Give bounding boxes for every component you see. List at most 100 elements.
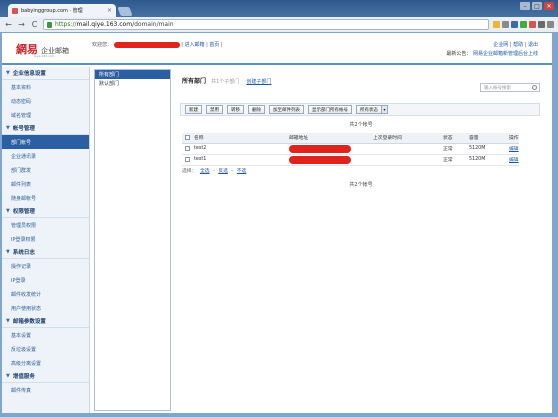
sidebar-item[interactable]: 基本设置 bbox=[2, 328, 89, 342]
sidebar-item[interactable]: 域名管理 bbox=[2, 108, 89, 122]
col-status[interactable]: 状态 bbox=[443, 133, 469, 144]
sidebar-section-title[interactable]: ▼ 企业信息设置 bbox=[2, 67, 89, 80]
sidebar-item[interactable]: 邮件传真 bbox=[2, 383, 89, 397]
back-button[interactable]: ← bbox=[4, 20, 13, 29]
sidebar-item[interactable]: IP登录权限 bbox=[2, 232, 89, 246]
row-checkbox[interactable] bbox=[185, 156, 190, 162]
search-icon[interactable] bbox=[532, 85, 537, 90]
extension-icon[interactable] bbox=[493, 21, 500, 28]
col-last-login[interactable]: 上次登录时间 bbox=[373, 133, 443, 144]
sidebar-item[interactable]: 高级分离设置 bbox=[2, 356, 89, 370]
search-input[interactable]: 输入帐号搜索 bbox=[480, 83, 540, 92]
sidebar-item[interactable]: 邮件列表 bbox=[2, 177, 89, 191]
extension-icon[interactable] bbox=[520, 21, 527, 28]
sidebar-item[interactable]: 操作记录 bbox=[2, 259, 89, 273]
show-all-accounts-button[interactable]: 显示部门所有帐号 bbox=[308, 105, 352, 114]
tab-close-icon[interactable]: × bbox=[107, 7, 112, 14]
maximize-button[interactable]: □ bbox=[532, 2, 542, 10]
extension-icon[interactable] bbox=[538, 21, 545, 28]
edit-link[interactable]: 编辑 bbox=[509, 158, 519, 163]
table-row: test1 正常 5120M 编辑 bbox=[182, 154, 519, 166]
extension-icon[interactable] bbox=[502, 21, 509, 28]
sidebar-section-title[interactable]: ▼ 权限管理 bbox=[2, 205, 89, 218]
welcome-label: 欢迎您： bbox=[92, 42, 113, 48]
sidebar: ▼ 企业信息设置 基本资料 动态密码 域名管理 ▼ 帐号管理 部门帐号 企业通讯录 部门群发 邮件列… bbox=[2, 67, 90, 413]
row-name: test2 bbox=[194, 143, 289, 155]
sidebar-item[interactable]: 随身邮帐号 bbox=[2, 191, 89, 205]
window-controls: – □ ✕ bbox=[520, 2, 554, 10]
row-checkbox[interactable] bbox=[185, 145, 190, 151]
extension-icon[interactable] bbox=[529, 21, 536, 28]
sidebar-item[interactable]: 反垃圾设置 bbox=[2, 342, 89, 356]
new-button[interactable]: 新建 bbox=[185, 105, 202, 114]
status-filter-select[interactable]: 所有状态 ▾ bbox=[356, 105, 388, 114]
select-none-link[interactable]: 不选 bbox=[237, 169, 247, 174]
extension-icon[interactable] bbox=[547, 21, 554, 28]
select-all-link[interactable]: 全选 bbox=[200, 169, 210, 174]
url-text: https://mail.qiye.163.com/domain/main bbox=[55, 21, 174, 28]
row-capacity: 5120M bbox=[469, 154, 509, 166]
enterprise-link[interactable]: 企业网 bbox=[493, 42, 508, 48]
chevron-down-icon: ▼ bbox=[6, 318, 10, 324]
col-capacity[interactable]: 容量 bbox=[469, 133, 509, 144]
help-link[interactable]: 帮助 bbox=[513, 42, 523, 48]
sidebar-item[interactable]: 部门帐号 bbox=[2, 135, 89, 149]
sidebar-item[interactable]: 企业通讯录 bbox=[2, 149, 89, 163]
status-filter-value: 所有状态 bbox=[360, 107, 378, 113]
sidebar-section-label: 系统日志 bbox=[12, 250, 35, 256]
create-subdept-link[interactable]: 创建子部门 bbox=[246, 79, 271, 85]
new-tab-button[interactable] bbox=[117, 7, 133, 16]
subdept-count: 共1个子部门 bbox=[211, 79, 240, 85]
extension-icon[interactable] bbox=[511, 21, 518, 28]
browser-tab[interactable]: babyinggroup.com · 管理 × bbox=[8, 4, 116, 17]
redacted-email bbox=[289, 144, 351, 153]
home-link[interactable]: 首页 bbox=[209, 42, 219, 48]
sidebar-section-title[interactable]: ▼ 增值服务 bbox=[2, 370, 89, 383]
sidebar-item[interactable]: 用户使用状态 bbox=[2, 301, 89, 315]
sidebar-item[interactable]: IP登录 bbox=[2, 273, 89, 287]
address-bar[interactable]: https://mail.qiye.163.com/domain/main bbox=[43, 19, 489, 30]
tab-title: babyinggroup.com · 管理 bbox=[21, 8, 83, 14]
add-to-mail-list-button[interactable]: 加至邮件列表 bbox=[269, 105, 304, 114]
select-all-checkbox[interactable] bbox=[185, 134, 190, 140]
edit-link[interactable]: 编辑 bbox=[509, 147, 519, 152]
extension-icons bbox=[493, 21, 554, 28]
top-links: 企业网 | 帮助 | 退出 bbox=[493, 42, 538, 48]
redacted-user bbox=[113, 41, 180, 48]
row-status: 正常 bbox=[443, 143, 469, 155]
dept-item-all[interactable]: 所有部门 bbox=[95, 70, 170, 79]
forward-button[interactable]: → bbox=[17, 20, 26, 29]
sidebar-item[interactable]: 基本资料 bbox=[2, 80, 89, 94]
sidebar-item[interactable]: 邮件收发统计 bbox=[2, 287, 89, 301]
logout-link[interactable]: 退出 bbox=[528, 42, 538, 48]
reload-button[interactable]: C bbox=[30, 20, 39, 29]
disable-button[interactable]: 禁用 bbox=[206, 105, 223, 114]
col-email[interactable]: 邮箱地址 bbox=[289, 133, 373, 144]
action-toolbar: 新建 禁用 转移 删除 加至邮件列表 显示部门所有帐号 所有状态 ▾ bbox=[180, 103, 540, 116]
minimize-button[interactable]: – bbox=[520, 2, 530, 10]
enter-mailbox-link[interactable]: 进入邮箱 bbox=[184, 42, 204, 48]
sidebar-section-title[interactable]: ▼ 帐号管理 bbox=[2, 122, 89, 135]
notice-bar: 最新公告： 网易企业邮箱新管理后台上线 bbox=[446, 50, 538, 57]
transfer-button[interactable]: 转移 bbox=[227, 105, 244, 114]
main-content: 所有部门 共1个子部门 创建子部门 输入帐号搜索 新建 禁用 转移 删除 加至邮… bbox=[178, 69, 544, 409]
sidebar-item[interactable]: 部门群发 bbox=[2, 163, 89, 177]
sidebar-item[interactable]: 管理员权限 bbox=[2, 218, 89, 232]
chevron-down-icon: ▼ bbox=[6, 70, 10, 76]
page-title: 所有部门 共1个子部门 创建子部门 bbox=[182, 76, 271, 85]
notice-link[interactable]: 网易企业邮箱新管理后台上线 bbox=[473, 51, 538, 57]
sidebar-section-title[interactable]: ▼ 邮箱参数设置 bbox=[2, 315, 89, 328]
logo[interactable]: 網易 企业邮箱 qiye.163.com bbox=[16, 41, 69, 58]
col-action: 操作 bbox=[509, 133, 519, 144]
row-status: 正常 bbox=[443, 154, 469, 166]
close-window-button[interactable]: ✕ bbox=[544, 2, 554, 10]
invert-select-link[interactable]: 反选 bbox=[218, 169, 228, 174]
sidebar-section-title[interactable]: ▼ 系统日志 bbox=[2, 246, 89, 259]
sidebar-section-label: 帐号管理 bbox=[12, 126, 35, 132]
delete-button[interactable]: 删除 bbox=[248, 105, 265, 114]
dept-item-default[interactable]: 默认部门 bbox=[95, 79, 170, 88]
col-name[interactable]: 名称 bbox=[194, 133, 289, 144]
sidebar-item[interactable]: 动态密码 bbox=[2, 94, 89, 108]
welcome-bar: 欢迎您： | 进入邮箱 | 首页 | bbox=[92, 41, 223, 48]
lock-icon bbox=[47, 21, 52, 28]
